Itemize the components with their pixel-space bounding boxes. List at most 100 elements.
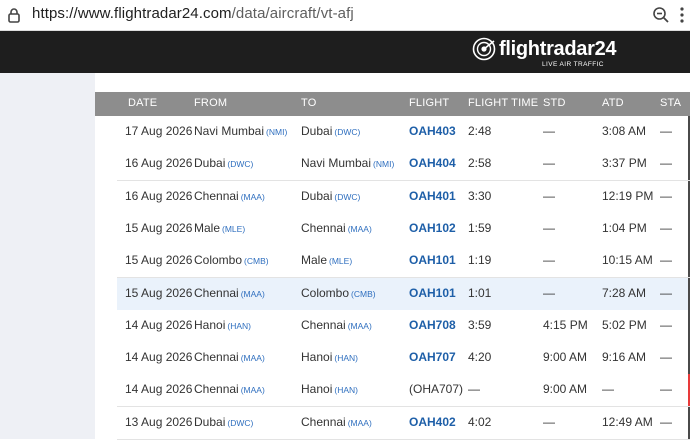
table-row[interactable]: 17 Aug 2026 Navi Mumbai (NMI) Dubai (DWC) OAH… bbox=[117, 116, 690, 149]
origin-city: Dubai bbox=[194, 156, 226, 171]
cell-to: Chennai (MAA) bbox=[301, 415, 372, 429]
cell-flight-number[interactable]: OAH403 bbox=[409, 124, 456, 138]
destination-airport-code[interactable]: (NMI) bbox=[373, 159, 394, 169]
origin-airport-code[interactable]: (MAA) bbox=[241, 192, 265, 202]
cell-sta: — bbox=[660, 285, 672, 300]
origin-city: Male bbox=[194, 220, 221, 235]
origin-airport-code[interactable]: (MAA) bbox=[241, 385, 265, 395]
destination-airport-code[interactable]: (MAA) bbox=[348, 224, 372, 234]
destination-airport-code[interactable]: (MLE) bbox=[329, 256, 352, 266]
table-row[interactable]: 15 Aug 2026 Male (MLE) Chennai (MAA) OAH102 1:… bbox=[117, 212, 690, 246]
table-row[interactable]: 15 Aug 2026 Chennai (MAA) Colombo (CMB) OAH10… bbox=[117, 277, 690, 311]
destination-airport-code[interactable]: (DWC) bbox=[334, 192, 360, 202]
destination-airport-code[interactable]: (MAA) bbox=[348, 418, 372, 428]
destination-city: Dubai bbox=[301, 188, 333, 203]
cell-atd: 3:08 AM bbox=[602, 124, 647, 138]
destination-airport-code[interactable]: (DWC) bbox=[334, 127, 360, 137]
origin-city: Chennai bbox=[194, 350, 239, 365]
cell-flight-time: 4:20 bbox=[468, 350, 492, 365]
cell-flight-time: 2:58 bbox=[468, 156, 492, 171]
cell-flight-number[interactable]: OAH708 bbox=[409, 318, 456, 332]
cell-from: Chennai (MAA) bbox=[194, 350, 265, 364]
table-row[interactable]: 14 Aug 2026 Chennai (MAA) Hanoi (HAN) (OHA707… bbox=[117, 374, 690, 408]
cell-from: Navi Mumbai (NMI) bbox=[194, 124, 287, 138]
table-row[interactable]: 14 Aug 2026 Hanoi (HAN) Chennai (MAA) OAH708 3… bbox=[117, 309, 690, 343]
cell-flight-number[interactable]: OAH101 bbox=[409, 253, 456, 267]
destination-city: Dubai bbox=[301, 124, 333, 138]
column-header-from: FROM bbox=[194, 97, 228, 109]
cell-std: — bbox=[543, 220, 555, 235]
table-row[interactable]: 16 Aug 2026 Dubai (DWC) Navi Mumbai (NMI) OAH… bbox=[117, 148, 690, 182]
cell-to: Hanoi (HAN) bbox=[301, 382, 358, 396]
cell-std: — bbox=[543, 285, 555, 300]
cell-date: 14 Aug 2026 bbox=[125, 350, 193, 365]
cell-flight-time: 1:19 bbox=[468, 253, 492, 268]
url-text[interactable]: https://www.flightradar24.com/data/aircr… bbox=[32, 5, 354, 22]
cell-std: — bbox=[543, 414, 555, 429]
origin-airport-code[interactable]: (DWC) bbox=[227, 418, 253, 428]
origin-airport-code[interactable]: (MLE) bbox=[222, 224, 245, 234]
destination-airport-code[interactable]: (HAN) bbox=[334, 385, 358, 395]
cell-atd: 12:19 PM bbox=[602, 188, 654, 203]
cell-flight-number[interactable]: OAH401 bbox=[409, 189, 456, 203]
cell-flight-number[interactable]: OAH102 bbox=[409, 221, 456, 235]
destination-city: Chennai bbox=[301, 317, 346, 332]
cell-sta: — bbox=[660, 253, 672, 268]
more-icon[interactable] bbox=[677, 5, 687, 25]
table-row[interactable]: 15 Aug 2026 Colombo (CMB) Male (MLE) OAH101 1:… bbox=[117, 245, 690, 279]
cell-atd: 10:15 AM bbox=[602, 253, 653, 268]
cell-flight-number[interactable]: OAH101 bbox=[409, 286, 456, 300]
logo-text[interactable]: flightradar24 bbox=[499, 38, 617, 61]
cell-from: Chennai (MAA) bbox=[194, 286, 265, 300]
cell-atd: 3:37 PM bbox=[602, 156, 647, 171]
cell-from: Dubai (DWC) bbox=[194, 156, 253, 170]
cell-sta: — bbox=[660, 317, 672, 332]
destination-airport-code[interactable]: (MAA) bbox=[348, 321, 372, 331]
cell-date: 15 Aug 2026 bbox=[125, 253, 193, 268]
browser-url-bar[interactable]: https://www.flightradar24.com/data/aircr… bbox=[0, 0, 690, 31]
cell-atd: — bbox=[602, 382, 614, 397]
destination-airport-code[interactable]: (HAN) bbox=[334, 353, 358, 363]
cell-to: Hanoi (HAN) bbox=[301, 350, 358, 364]
origin-city: Chennai bbox=[194, 382, 239, 397]
origin-airport-code[interactable]: (MAA) bbox=[241, 353, 265, 363]
cell-from: Male (MLE) bbox=[194, 221, 245, 235]
column-header-flight: FLIGHT bbox=[409, 97, 450, 109]
cell-flight-number[interactable]: OAH402 bbox=[409, 415, 456, 429]
cell-sta: — bbox=[660, 350, 672, 365]
zoom-icon[interactable] bbox=[652, 6, 670, 24]
origin-city: Colombo bbox=[194, 253, 243, 268]
origin-airport-code[interactable]: (MAA) bbox=[241, 289, 265, 299]
cell-atd: 12:49 AM bbox=[602, 414, 653, 429]
cell-from: Chennai (MAA) bbox=[194, 189, 265, 203]
origin-airport-code[interactable]: (NMI) bbox=[266, 127, 287, 137]
cell-to: Dubai (DWC) bbox=[301, 124, 360, 138]
destination-airport-code[interactable]: (CMB) bbox=[351, 289, 376, 299]
destination-city: Chennai bbox=[301, 414, 346, 429]
cell-flight-number: (OHA707) bbox=[409, 382, 464, 397]
cell-std: 9:00 AM bbox=[543, 350, 588, 365]
table-row[interactable]: 13 Aug 2026 Dubai (DWC) Chennai (MAA) OAH402 4… bbox=[117, 406, 690, 440]
origin-airport-code[interactable]: (DWC) bbox=[227, 159, 253, 169]
cell-sta: — bbox=[660, 156, 672, 171]
cell-from: Colombo (CMB) bbox=[194, 253, 269, 267]
table-row[interactable]: 14 Aug 2026 Chennai (MAA) Hanoi (HAN) OAH707 4… bbox=[117, 342, 690, 376]
column-header-to: TO bbox=[301, 97, 317, 109]
url-path: /data/aircraft/vt-afj bbox=[231, 5, 354, 22]
cell-flight-number[interactable]: OAH707 bbox=[409, 350, 456, 364]
cell-to: Colombo (CMB) bbox=[301, 286, 376, 300]
flightradar-logo-icon[interactable] bbox=[472, 37, 496, 61]
destination-city: Male bbox=[301, 253, 328, 268]
origin-city: Dubai bbox=[194, 414, 226, 429]
origin-airport-code[interactable]: (HAN) bbox=[227, 321, 251, 331]
cell-to: Navi Mumbai (NMI) bbox=[301, 156, 394, 170]
cell-flight-number[interactable]: OAH404 bbox=[409, 156, 456, 170]
destination-city: Colombo bbox=[301, 285, 350, 300]
lock-icon[interactable] bbox=[7, 7, 21, 23]
table-row[interactable]: 16 Aug 2026 Chennai (MAA) Dubai (DWC) OAH401 3… bbox=[117, 180, 690, 214]
origin-airport-code[interactable]: (CMB) bbox=[244, 256, 269, 266]
cell-sta: — bbox=[660, 220, 672, 235]
origin-city: Chennai bbox=[194, 188, 239, 203]
left-sidebar bbox=[0, 73, 95, 439]
cell-date: 16 Aug 2026 bbox=[125, 188, 193, 203]
